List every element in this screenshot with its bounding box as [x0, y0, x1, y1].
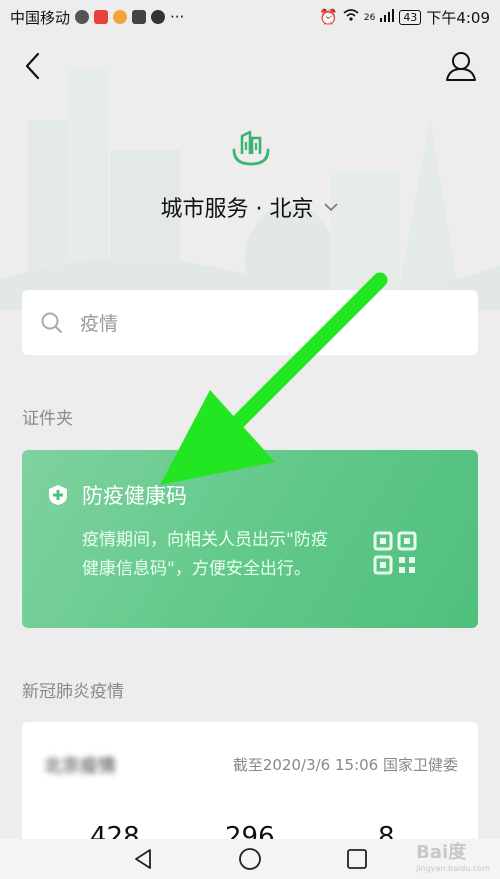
city-selector[interactable]: 城市服务 · 北京 [0, 190, 500, 224]
camera-app-icon [132, 10, 147, 24]
clock: 下午4:09 [426, 8, 490, 27]
status-bar: 中国移动 ··· ⏰ 26 43 下午4:09 [0, 0, 500, 34]
app-notification-icon [94, 10, 109, 24]
search-bar[interactable]: 疫情 [22, 290, 478, 355]
shield-plus-icon [49, 485, 67, 505]
search-icon [41, 312, 62, 333]
carrier-label: 中国移动 [10, 8, 71, 27]
wechat-icon [75, 10, 90, 24]
watermark: Bai度 jingyan.baidu.com [416, 838, 490, 873]
stats-date-source: 截至2020/3/6 15:06 国家卫健委 [232, 756, 458, 774]
user-icon [446, 52, 476, 81]
weibo-icon [113, 10, 128, 24]
section-label-documents: 证件夹 [22, 409, 73, 429]
city-skyline-illustration [0, 70, 500, 310]
chevron-left-icon [25, 52, 40, 80]
chevron-down-icon [324, 203, 339, 212]
signal-label: 26 [363, 12, 376, 23]
signal-bars-icon [380, 8, 395, 26]
profile-button[interactable] [443, 48, 479, 84]
more-notifications-indicator: ··· [170, 8, 185, 26]
message-icon [151, 10, 166, 24]
health-code-card[interactable]: 防疫健康码 疫情期间，向相关人员出示"防疫健康信息码"，方便安全出行。 [22, 450, 478, 628]
search-input[interactable]: 疫情 [80, 309, 118, 336]
health-code-description: 疫情期间，向相关人员出示"防疫健康信息码"，方便安全出行。 [82, 530, 328, 579]
nav-back-icon[interactable] [132, 848, 154, 870]
watermark-url: jingyan.baidu.com [416, 864, 490, 873]
watermark-logo-text: Bai度 [416, 842, 467, 863]
battery-level: 43 [399, 9, 422, 25]
health-code-title: 防疫健康码 [82, 484, 187, 508]
qr-code-icon [373, 531, 417, 575]
page-title: 城市服务 · 北京 [160, 197, 314, 222]
stats-card-title: 北京疫情 [44, 756, 116, 777]
nav-home-icon[interactable] [238, 847, 262, 871]
back-button[interactable] [18, 48, 50, 84]
nav-recents-icon[interactable] [346, 848, 368, 870]
section-label-covid: 新冠肺炎疫情 [22, 682, 124, 702]
city-services-logo-icon [232, 130, 270, 166]
alarm-icon: ⏰ [319, 8, 338, 26]
wifi-icon [343, 8, 359, 26]
